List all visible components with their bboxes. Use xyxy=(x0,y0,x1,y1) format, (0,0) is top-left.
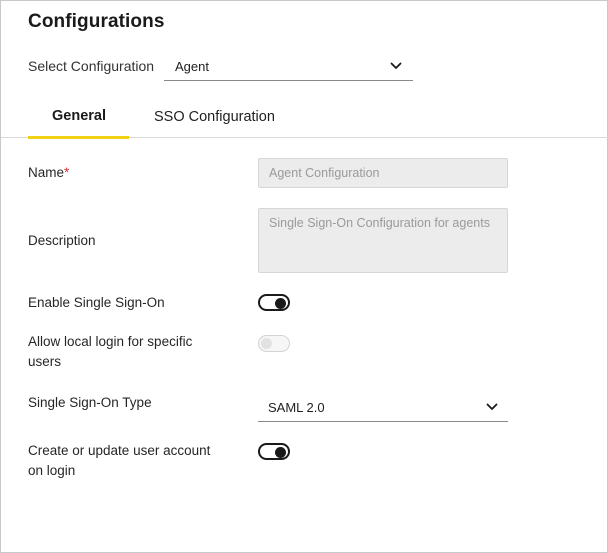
create-update-account-label: Create or update user account on login xyxy=(28,441,210,481)
tab-sso-configuration[interactable]: SSO Configuration xyxy=(141,97,287,138)
create-update-account-label-line1: Create or update user account xyxy=(28,443,211,458)
tab-sso-configuration-label: SSO Configuration xyxy=(154,109,275,125)
allow-local-login-label-line2: users xyxy=(28,354,62,369)
configurations-panel: Configurations Select Configuration Agen… xyxy=(0,0,608,553)
name-label-text: Name xyxy=(28,165,65,180)
active-tab-indicator xyxy=(28,136,129,139)
toggle-knob xyxy=(275,446,286,458)
allow-local-login-label: Allow local login for specific users xyxy=(28,332,192,372)
description-placeholder: Single Sign-On Configuration for agents xyxy=(269,216,490,230)
allow-local-login-label-line1: Allow local login for specific xyxy=(28,334,193,349)
name-input-placeholder: Agent Configuration xyxy=(269,166,380,180)
tab-general-label: General xyxy=(52,108,106,124)
description-label: Description xyxy=(28,233,96,248)
enable-sso-label: Enable Single Sign-On xyxy=(28,295,165,310)
chevron-down-icon xyxy=(486,403,498,410)
create-update-account-label-line2: on login xyxy=(28,463,76,478)
tab-general[interactable]: General xyxy=(28,97,129,139)
configuration-select-value: Agent xyxy=(175,59,209,74)
chevron-down-icon xyxy=(390,62,402,69)
allow-local-login-toggle[interactable] xyxy=(258,335,290,352)
select-configuration-label: Select Configuration xyxy=(28,58,155,74)
name-input[interactable]: Agent Configuration xyxy=(258,158,508,188)
configuration-select[interactable]: Agent xyxy=(164,52,413,81)
enable-sso-toggle[interactable] xyxy=(258,294,290,311)
toggle-knob xyxy=(275,297,286,309)
page-title: Configurations xyxy=(28,11,165,32)
sso-type-select[interactable]: SAML 2.0 xyxy=(258,393,508,422)
name-label: Name* xyxy=(28,163,69,183)
description-textarea[interactable]: Single Sign-On Configuration for agents xyxy=(258,208,508,273)
create-update-account-toggle[interactable] xyxy=(258,443,290,460)
toggle-knob xyxy=(261,338,272,349)
sso-type-select-value: SAML 2.0 xyxy=(268,400,325,415)
tab-bar: General SSO Configuration xyxy=(1,97,608,139)
sso-type-label: Single Sign-On Type xyxy=(28,395,152,410)
required-marker: * xyxy=(64,165,70,180)
